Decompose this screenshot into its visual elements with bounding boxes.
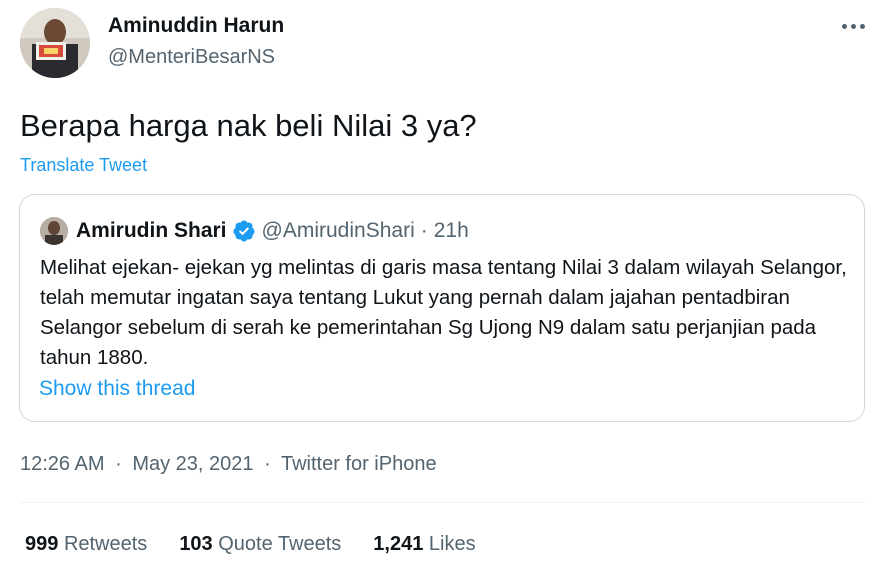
retweets-stat[interactable]: 999 Retweets [25, 533, 147, 556]
tweet-source[interactable]: Twitter for iPhone [281, 453, 437, 475]
meta-separator: · [115, 453, 122, 475]
quoted-separator: · [420, 219, 428, 242]
author-avatar-image [20, 8, 90, 78]
retweets-label: Retweets [63, 533, 148, 555]
more-horizontal-icon [859, 23, 865, 29]
quote-tweets-stat[interactable]: 103 Quote Tweets [179, 533, 341, 556]
quote-tweets-label: Quote Tweets [218, 533, 342, 555]
quoted-author-handle: @AmirudinShari [261, 219, 415, 242]
retweets-count: 999 [25, 533, 59, 555]
quoted-author-avatar [40, 217, 68, 245]
likes-stat[interactable]: 1,241 Likes [373, 533, 475, 556]
quoted-tweet-card[interactable]: Amirudin Shari @AmirudinShari · 21h Meli… [19, 194, 865, 422]
tweet-time[interactable]: 12:26 AM [20, 453, 105, 475]
quote-tweets-count: 103 [179, 533, 213, 555]
more-horizontal-icon [841, 23, 847, 29]
more-options-button[interactable] [836, 14, 870, 38]
translate-tweet-link[interactable]: Translate Tweet [20, 155, 147, 176]
author-handle[interactable]: @MenteriBesarNS [108, 46, 275, 69]
likes-label: Likes [428, 533, 476, 555]
meta-separator: · [264, 453, 271, 475]
divider [20, 502, 867, 503]
show-thread-link[interactable]: Show this thread [39, 377, 195, 401]
author-avatar[interactable] [20, 8, 90, 78]
quoted-avatar-image [40, 217, 68, 245]
author-name[interactable]: Aminuddin Harun [108, 14, 284, 38]
tweet-stats: 999 Retweets 103 Quote Tweets 1,241 Like… [25, 533, 476, 556]
quoted-time: 21h [433, 219, 469, 242]
quoted-author-name: Amirudin Shari [76, 219, 227, 242]
tweet-date[interactable]: May 23, 2021 [132, 453, 253, 475]
tweet-meta: 12:26 AM · May 23, 2021 · Twitter for iP… [20, 453, 437, 476]
quoted-header: Amirudin Shari @AmirudinShari · 21h [76, 217, 469, 245]
more-horizontal-icon [850, 23, 856, 29]
likes-count: 1,241 [373, 533, 424, 555]
quoted-tweet-text: Melihat ejekan- ejekan yg melintas di ga… [40, 256, 847, 369]
verified-badge-icon [233, 220, 255, 242]
tweet-text: Berapa harga nak beli Nilai 3 ya? [20, 108, 477, 143]
